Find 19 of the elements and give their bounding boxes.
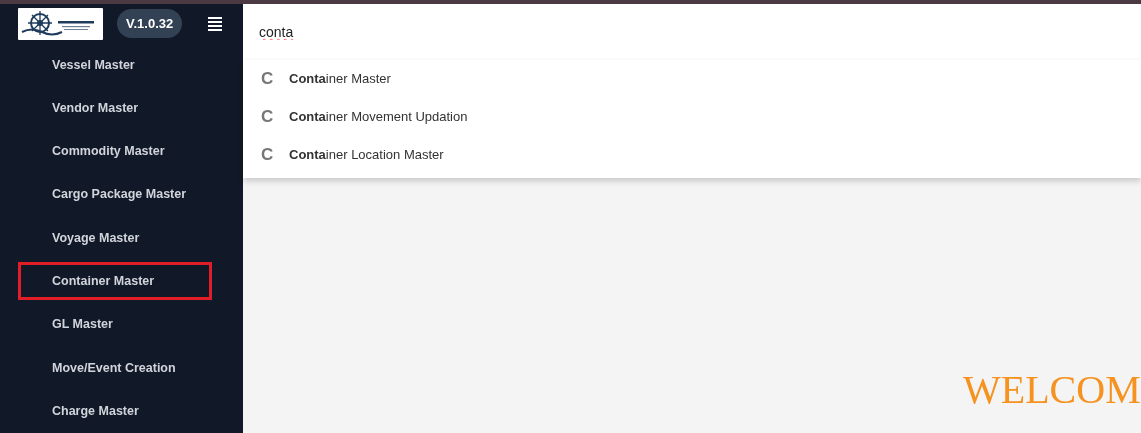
suggestion-item[interactable]: C Container Movement Updation (243, 98, 1141, 136)
sidebar-item[interactable]: Charge Master (18, 392, 212, 431)
sidebar-item[interactable]: Commodity Master (18, 132, 212, 171)
search-field[interactable]: conta (243, 4, 1141, 60)
sidebar-item[interactable]: Vendor Master (18, 89, 212, 128)
sidebar-item[interactable]: Container Master (18, 262, 212, 301)
sidebar-item[interactable]: Move/Event Creation (18, 349, 212, 388)
sidebar-item[interactable]: Voyage Master (18, 219, 212, 258)
suggestion-item[interactable]: C Container Location Master (243, 136, 1141, 174)
sidebar-item[interactable]: Cargo Package Master (18, 175, 212, 214)
letter-icon: C (261, 104, 289, 130)
version-badge: V.1.0.32 (117, 8, 183, 39)
suggestion-item[interactable]: C Container Master (243, 60, 1141, 98)
sidebar-item[interactable]: GL Master (18, 305, 212, 344)
menu-icon[interactable] (208, 16, 223, 31)
welcome-heading: WELCOM (963, 370, 1141, 410)
sidebar-item[interactable]: Vessel Master (18, 45, 212, 84)
letter-icon: C (261, 66, 289, 92)
letter-icon: C (261, 142, 289, 168)
